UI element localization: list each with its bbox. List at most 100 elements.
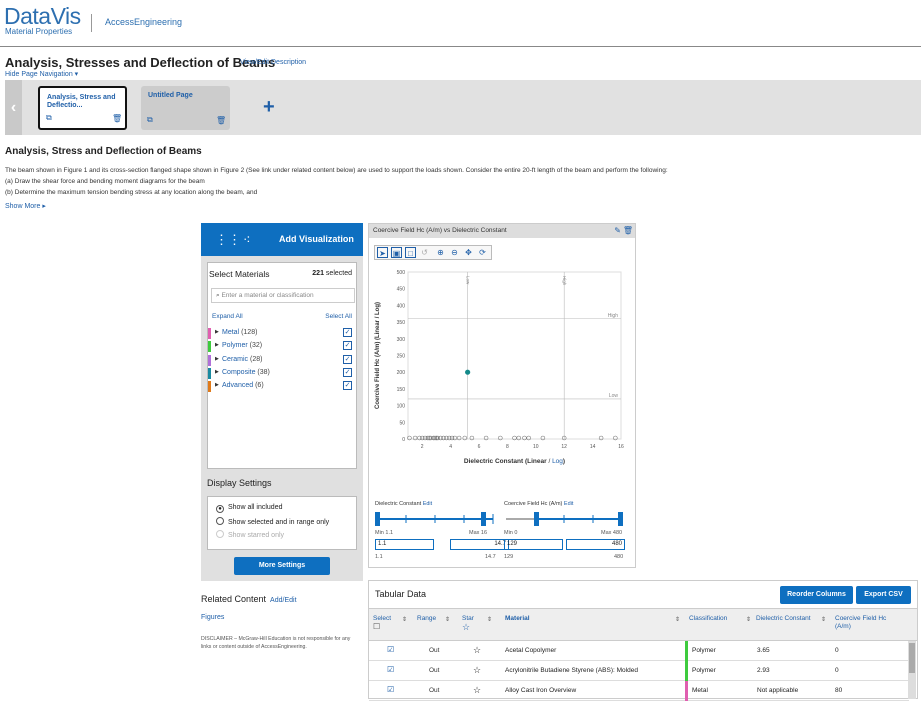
y-min-thumb[interactable] xyxy=(534,512,539,526)
trash-icon[interactable]: 🗑 xyxy=(623,226,633,235)
material-cell: Alloy Cast Iron Overview xyxy=(505,687,577,694)
trash-icon[interactable]: 🗑 xyxy=(216,116,226,125)
y-range-slider[interactable] xyxy=(504,511,626,527)
material-group-polymer[interactable]: ▶ Polymer (32) ✓ xyxy=(208,341,356,353)
pan-icon[interactable]: ✥ xyxy=(463,247,474,258)
col-range[interactable]: Range xyxy=(417,615,436,623)
page-tab-1[interactable]: Analysis, Stress and Deflectio... ⧉ 🗑 xyxy=(38,86,127,130)
add-visualization-bar[interactable]: ⋮⋮ ⁖ Add Visualization xyxy=(201,223,363,256)
access-engineering-logo[interactable]: AccessEngineering xyxy=(105,17,182,27)
class-color-bar xyxy=(208,381,211,393)
export-csv-button[interactable]: Export CSV xyxy=(856,586,911,604)
copy-icon[interactable]: ⧉ xyxy=(147,115,153,125)
chevron-left-icon[interactable]: ‹ xyxy=(5,80,22,135)
undo-icon[interactable]: ↺ xyxy=(419,247,430,258)
y-max-thumb[interactable] xyxy=(618,512,623,526)
caret-right-icon[interactable]: ▶ xyxy=(215,342,219,348)
reorder-columns-button[interactable]: Reorder Columns xyxy=(780,586,853,604)
hide-page-navigation-link[interactable]: Hide Page Navigation ▾ xyxy=(5,70,78,78)
col-coercive-field[interactable]: Coercive Field Hc (A/m) xyxy=(835,615,901,631)
zoom-out-icon[interactable]: ⊖ xyxy=(449,247,460,258)
x-max-input[interactable]: 14.7 xyxy=(450,539,509,550)
caret-right-icon[interactable]: ▶ xyxy=(215,369,219,375)
zoom-in-icon[interactable]: ⊕ xyxy=(435,247,446,258)
sort-icon[interactable]: ⇕ xyxy=(675,616,680,623)
x-min-input[interactable]: 1.1 xyxy=(375,539,434,550)
y-range-edit-link[interactable]: Edit xyxy=(564,501,573,507)
scatter-plot[interactable]: 0 50 100 150 200 250 300 350 400 450 500 2 4 6 8 10 12 14… xyxy=(369,264,635,496)
star-icon[interactable]: ☆ xyxy=(473,645,481,656)
y-max-input[interactable]: 480 xyxy=(566,539,625,550)
y-min-input[interactable]: 129 xyxy=(504,539,563,550)
edit-description-link[interactable]: View/Edit Description xyxy=(240,59,306,66)
table-icon[interactable]: ⋮⋮ xyxy=(215,232,241,248)
more-settings-button[interactable]: More Settings xyxy=(234,557,330,575)
scatter-icon[interactable]: ⁖ xyxy=(243,232,251,248)
description-line: (b) Determine the maximum tension bendin… xyxy=(5,189,258,196)
sort-icon[interactable]: ⇕ xyxy=(445,616,450,623)
x-range-edit-link[interactable]: Edit xyxy=(423,501,432,507)
x-range-slider[interactable] xyxy=(375,511,497,527)
y-tick-label: 200 xyxy=(397,370,406,376)
col-classification[interactable]: Classification xyxy=(689,615,727,623)
caret-right-icon[interactable]: ▶ xyxy=(215,329,219,335)
caret-right-icon[interactable]: ▶ xyxy=(215,382,219,388)
box-select-icon[interactable]: □ xyxy=(405,247,416,258)
checkbox-checked-icon[interactable]: ✓ xyxy=(343,328,352,337)
col-select[interactable]: Select ☐ xyxy=(373,615,391,632)
datavis-logo[interactable]: DataVis xyxy=(4,5,81,28)
sort-icon[interactable]: ⇕ xyxy=(821,616,826,623)
expand-all-link[interactable]: Expand All xyxy=(212,313,243,320)
related-add-edit-link[interactable]: Add/Edit xyxy=(270,597,296,604)
checkbox-checked-icon[interactable]: ☑ xyxy=(387,685,394,694)
col-dielectric-constant[interactable]: Dielectric Constant xyxy=(756,615,811,623)
material-group-ceramic[interactable]: ▶ Ceramic (28) ✓ xyxy=(208,354,356,366)
radio-show-all[interactable]: ● Show all included xyxy=(216,504,282,513)
radio-show-selected[interactable]: Show selected and in range only xyxy=(216,517,329,526)
checkbox-checked-icon[interactable]: ☑ xyxy=(387,645,394,654)
material-group-metal[interactable]: ▶ Metal (128) ✓ xyxy=(208,328,356,339)
star-icon[interactable]: ☆ xyxy=(473,685,481,696)
table-row[interactable]: ☑ Out ☆ Acetal Copolymer Polymer 3.65 0 xyxy=(369,641,909,661)
sort-icon[interactable]: ⇕ xyxy=(487,616,492,623)
add-page-icon[interactable]: + xyxy=(263,96,275,119)
star-icon[interactable]: ☆ xyxy=(473,665,481,676)
show-more-link[interactable]: Show More ▸ xyxy=(5,202,46,210)
trash-icon[interactable]: 🗑 xyxy=(112,114,122,123)
table-scrollbar[interactable] xyxy=(908,641,916,699)
scrollbar-thumb[interactable] xyxy=(909,643,915,673)
checkbox-checked-icon[interactable]: ✓ xyxy=(343,381,352,391)
sort-icon[interactable]: ⇕ xyxy=(746,616,751,623)
material-group-label: Metal (128) xyxy=(222,329,258,336)
select-all-link[interactable]: Select All xyxy=(325,313,352,320)
checkbox-checked-icon[interactable]: ✓ xyxy=(343,367,352,377)
checkbox-checked-icon[interactable]: ✓ xyxy=(343,354,352,364)
lasso-icon[interactable]: ▣ xyxy=(391,247,402,258)
checkbox-checked-icon[interactable]: ✓ xyxy=(343,341,352,351)
sort-icon[interactable]: ⇕ xyxy=(402,616,407,623)
x-tick-label: 14 xyxy=(590,444,596,450)
radio-selected-icon[interactable]: ● xyxy=(216,505,224,513)
page-tab-2[interactable]: Untitled Page ⧉ 🗑 xyxy=(141,86,230,130)
material-group-advanced[interactable]: ▶ Advanced (6) ✓ xyxy=(208,381,356,393)
pointer-icon[interactable]: ➤ xyxy=(377,247,388,258)
figures-link[interactable]: Figures xyxy=(201,614,224,621)
radio-icon[interactable] xyxy=(216,517,224,525)
x-min-thumb[interactable] xyxy=(375,512,380,526)
reset-icon[interactable]: ⟳ xyxy=(477,247,488,258)
add-visualization-label[interactable]: Add Visualization xyxy=(279,234,354,244)
col-material[interactable]: Material xyxy=(505,615,530,623)
edit-icon[interactable]: ✎ xyxy=(614,226,621,235)
x-max-thumb[interactable] xyxy=(481,512,486,526)
material-group-composite[interactable]: ▶ Composite (38) ✓ xyxy=(208,367,356,379)
star-icon[interactable]: ☆ xyxy=(462,622,470,632)
col-star[interactable]: Star ☆ xyxy=(462,615,474,633)
caret-right-icon[interactable]: ▶ xyxy=(215,356,219,362)
checkbox-checked-icon[interactable]: ☑ xyxy=(387,665,394,674)
search-placeholder: Enter a material or classification xyxy=(221,292,314,299)
checkbox-icon[interactable]: ☐ xyxy=(373,622,380,631)
material-search-input[interactable]: ⌕ Enter a material or classification xyxy=(211,288,355,303)
table-row[interactable]: ☑ Out ☆ Acrylonitrile Butadiene Styrene (AB… xyxy=(369,661,909,681)
table-row[interactable]: ☑ Out ☆ Alloy Cast Iron Overview Metal Not ap… xyxy=(369,681,909,701)
copy-icon[interactable]: ⧉ xyxy=(46,113,52,123)
